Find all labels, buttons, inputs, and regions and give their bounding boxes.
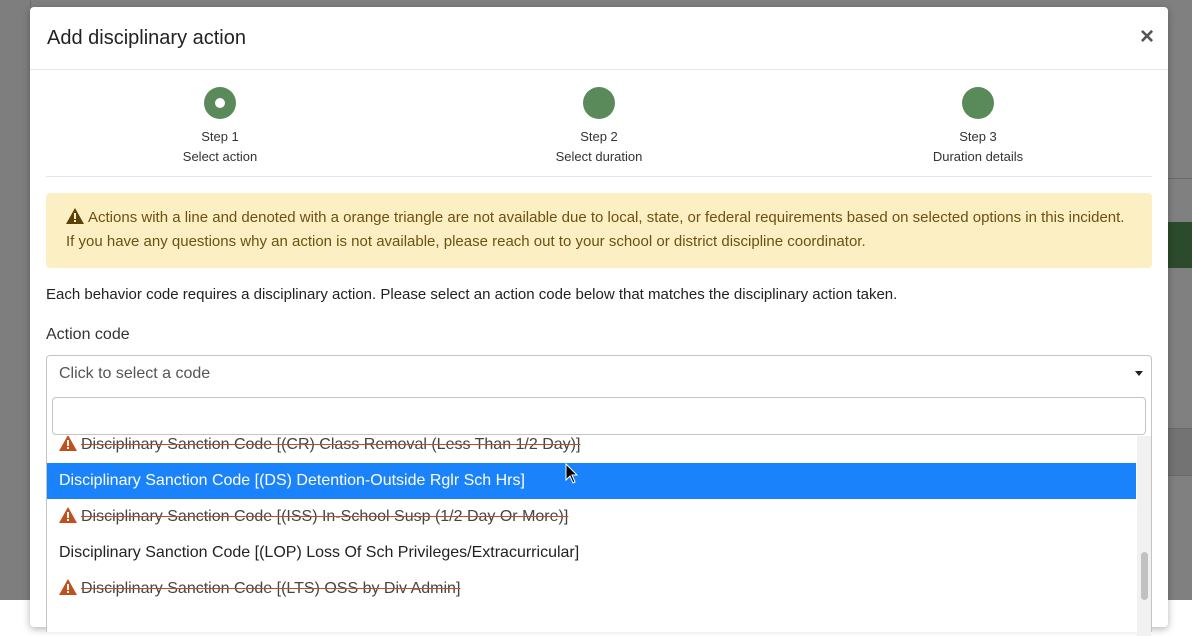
option-cr[interactable]: Disciplinary Sanction Code [(CR) Class R…: [47, 436, 1136, 463]
action-code-label: Action code: [46, 326, 130, 343]
step-3-indicator: [962, 87, 994, 119]
step-2-label: Select duration: [555, 149, 643, 164]
step-2-number: Step 2: [580, 129, 618, 144]
step-3-number: Step 3: [959, 129, 997, 144]
modal-title: Add disciplinary action: [47, 27, 246, 49]
dropdown-search-input[interactable]: [52, 397, 1146, 435]
option-lts[interactable]: Disciplinary Sanction Code [(LTS) OSS by…: [47, 571, 1136, 607]
action-code-select[interactable]: Click to select a code: [46, 355, 1152, 393]
option-ds[interactable]: Disciplinary Sanction Code [(DS) Detenti…: [47, 463, 1136, 499]
add-disciplinary-action-modal: Add disciplinary action × Step 1 Select …: [30, 7, 1168, 636]
mouse-pointer-icon: [565, 463, 579, 484]
step-1-number: Step 1: [201, 129, 239, 144]
action-code-dropdown: Disciplinary Sanction Code [(CR) Class R…: [46, 392, 1152, 636]
caret-down-icon: [1135, 371, 1143, 376]
option-iss[interactable]: Disciplinary Sanction Code [(ISS) In-Sch…: [47, 499, 1136, 535]
option-label: Disciplinary Sanction Code [(LOP) Loss O…: [59, 544, 580, 561]
background-divider: [1168, 178, 1192, 179]
stepper: Step 1 Select action Step 2 Select durat…: [46, 79, 1152, 177]
warning-triangle-icon: [66, 208, 84, 224]
background-left-strip: [0, 0, 31, 600]
option-label: Disciplinary Sanction Code [(ISS) In-Sch…: [81, 508, 569, 525]
select-placeholder: Click to select a code: [59, 365, 211, 382]
options-list: Disciplinary Sanction Code [(CR) Class R…: [47, 436, 1136, 636]
step-3: Step 3 Duration details: [888, 87, 1068, 167]
step-1-indicator: [204, 87, 236, 119]
option-label: Disciplinary Sanction Code [(LTS) OSS by…: [81, 580, 461, 597]
warning-triangle-icon: [59, 579, 77, 595]
step-2: Step 2 Select duration: [509, 87, 689, 167]
scrollbar-thumb[interactable]: [1141, 552, 1148, 600]
close-button[interactable]: ×: [1140, 23, 1154, 51]
option-label: Disciplinary Sanction Code [(DS) Detenti…: [59, 472, 525, 489]
background-green-bar: [1168, 222, 1192, 268]
step-1-label: Select action: [182, 149, 258, 164]
step-3-label: Duration details: [932, 149, 1024, 164]
warning-triangle-icon: [59, 507, 77, 523]
alert-text: Actions with a line and denoted with a o…: [66, 209, 1125, 250]
option-lop[interactable]: Disciplinary Sanction Code [(LOP) Loss O…: [47, 535, 1136, 571]
step-1: Step 1 Select action: [130, 87, 310, 167]
warning-triangle-icon: [59, 436, 77, 451]
option-label: Disciplinary Sanction Code [(CR) Class R…: [81, 436, 581, 453]
dropdown-scrollbar[interactable]: [1137, 436, 1151, 636]
modal-header: Add disciplinary action ×: [30, 7, 1168, 70]
instruction-text: Each behavior code requires a disciplina…: [46, 286, 898, 303]
availability-alert: Actions with a line and denoted with a o…: [46, 193, 1152, 268]
step-2-indicator: [583, 87, 615, 119]
background-row: [1168, 428, 1192, 476]
